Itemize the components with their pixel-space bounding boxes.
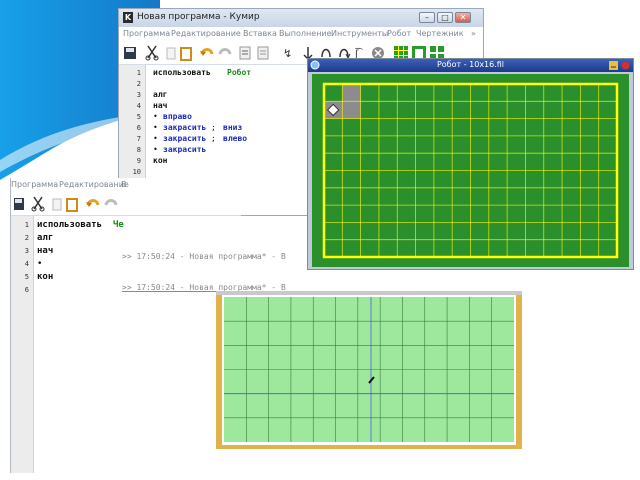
editor2-menu-bar: Программа Редактирование В: [11, 178, 241, 192]
line-number: 3: [136, 91, 141, 99]
menu-edit[interactable]: Редактирование: [171, 29, 241, 38]
redo-icon[interactable]: [217, 45, 233, 61]
robot-title-bar: Робот - 10x16.fil: [308, 59, 633, 72]
line-number: 7: [136, 135, 141, 143]
line-number: 6: [24, 286, 29, 294]
code-begin[interactable]: нач: [37, 246, 53, 256]
cut-icon[interactable]: [31, 196, 45, 212]
line-number: 4: [24, 260, 29, 268]
paste-icon[interactable]: [179, 45, 193, 61]
frame-top: [216, 291, 522, 295]
svg-text:↯: ↯: [283, 47, 292, 60]
robot-window: Робот - 10x16.fil: [307, 58, 634, 270]
line-number-gutter: 1 2 3 4 5 6: [11, 216, 34, 473]
save-icon[interactable]: [13, 196, 25, 212]
uncomment-icon[interactable]: [257, 45, 269, 61]
undo-icon[interactable]: [85, 196, 101, 212]
line-number: 8: [136, 146, 141, 154]
line-number: 1: [24, 221, 29, 229]
line-number: 3: [24, 247, 29, 255]
kumir-title: Новая программа - Кумир: [137, 12, 260, 22]
code-separator: ;: [211, 123, 216, 132]
code-cmd-paint[interactable]: закрасить: [163, 134, 206, 143]
code-bullet: •: [153, 123, 158, 132]
frame-right: [516, 291, 522, 449]
code-bullet: •: [153, 145, 158, 154]
close-button[interactable]: ✕: [455, 12, 471, 23]
code-cmd-down[interactable]: вниз: [223, 123, 242, 132]
line-number: 10: [132, 168, 141, 176]
undo-icon[interactable]: [199, 45, 215, 61]
menu-insert[interactable]: В: [121, 180, 127, 189]
robot-window-title: Робот - 10x16.fil: [436, 60, 505, 69]
robot-field[interactable]: [312, 74, 629, 267]
code-cmd-right[interactable]: вправо: [163, 112, 192, 121]
console-line: >> 17:50:24 - Новая программа* - В: [122, 252, 286, 261]
kumir-logo: K: [123, 12, 133, 23]
code-cmd-paint[interactable]: закрасить: [163, 145, 206, 154]
minimize-button[interactable]: –: [419, 12, 435, 23]
kumir-editor-background: Программа Редактирование В 1 2 3 4 5 6 и…: [10, 178, 241, 473]
comment-icon[interactable]: [239, 45, 251, 61]
cut-icon[interactable]: [145, 45, 159, 61]
save-icon[interactable]: [123, 45, 137, 61]
line-number: 6: [136, 124, 141, 132]
run-icon[interactable]: ↯: [283, 45, 297, 61]
copy-icon[interactable]: [49, 196, 63, 212]
code-bullet: •: [37, 259, 43, 269]
code-end[interactable]: кон: [37, 272, 53, 282]
line-number: 2: [24, 234, 29, 242]
code-end[interactable]: кон: [153, 156, 167, 165]
code-keyword-use[interactable]: использовать: [153, 68, 211, 77]
code-bullet: •: [153, 134, 158, 143]
redo-icon[interactable]: [103, 196, 119, 212]
close-button[interactable]: [621, 61, 630, 70]
line-number: 4: [136, 102, 141, 110]
copy-icon[interactable]: [163, 45, 177, 61]
kumir-menu-bar: Программа Редактирование Вставка Выполне…: [119, 27, 483, 41]
menu-robot[interactable]: Робот: [387, 29, 411, 38]
painted-cell: [342, 84, 361, 102]
paste-icon[interactable]: [65, 196, 79, 212]
editor2-toolbar: [11, 193, 241, 216]
line-number: 2: [136, 80, 141, 88]
code-separator: ;: [211, 134, 216, 143]
frame-bottom: [216, 445, 522, 449]
menu-insert[interactable]: Вставка: [243, 29, 277, 38]
code-alg[interactable]: алг: [37, 233, 53, 243]
painted-cell: [342, 101, 361, 119]
line-number: 1: [136, 69, 141, 77]
line-number: 5: [24, 273, 29, 281]
menu-program[interactable]: Программа: [123, 29, 170, 38]
frame-left: [216, 291, 222, 449]
menu-tools[interactable]: Инструменты: [331, 29, 388, 38]
menu-more[interactable]: »: [471, 29, 476, 38]
line-number: 5: [136, 113, 141, 121]
code-cmd-paint[interactable]: закрасить: [163, 123, 206, 132]
code-module-robot[interactable]: Робот: [227, 68, 251, 77]
kumir-title-bar: K Новая программа - Кумир – □ ✕: [119, 9, 483, 27]
code-alg[interactable]: алг: [153, 90, 167, 99]
code-module-draftsman[interactable]: Че: [113, 220, 124, 230]
menu-run[interactable]: Выполнение: [279, 29, 332, 38]
maximize-button[interactable]: □: [437, 12, 453, 23]
menu-edit[interactable]: Редактирование: [59, 180, 129, 189]
code-begin[interactable]: нач: [153, 101, 167, 110]
draftsman-field[interactable]: [216, 291, 522, 449]
menu-draftsman[interactable]: Чертежник: [416, 29, 464, 38]
minimize-button[interactable]: [609, 61, 618, 70]
code-cmd-left[interactable]: влево: [223, 134, 247, 143]
menu-program[interactable]: Программа: [11, 180, 58, 189]
code-keyword-use[interactable]: использовать: [37, 220, 102, 230]
code-bullet: •: [153, 112, 158, 121]
line-number: 9: [136, 157, 141, 165]
